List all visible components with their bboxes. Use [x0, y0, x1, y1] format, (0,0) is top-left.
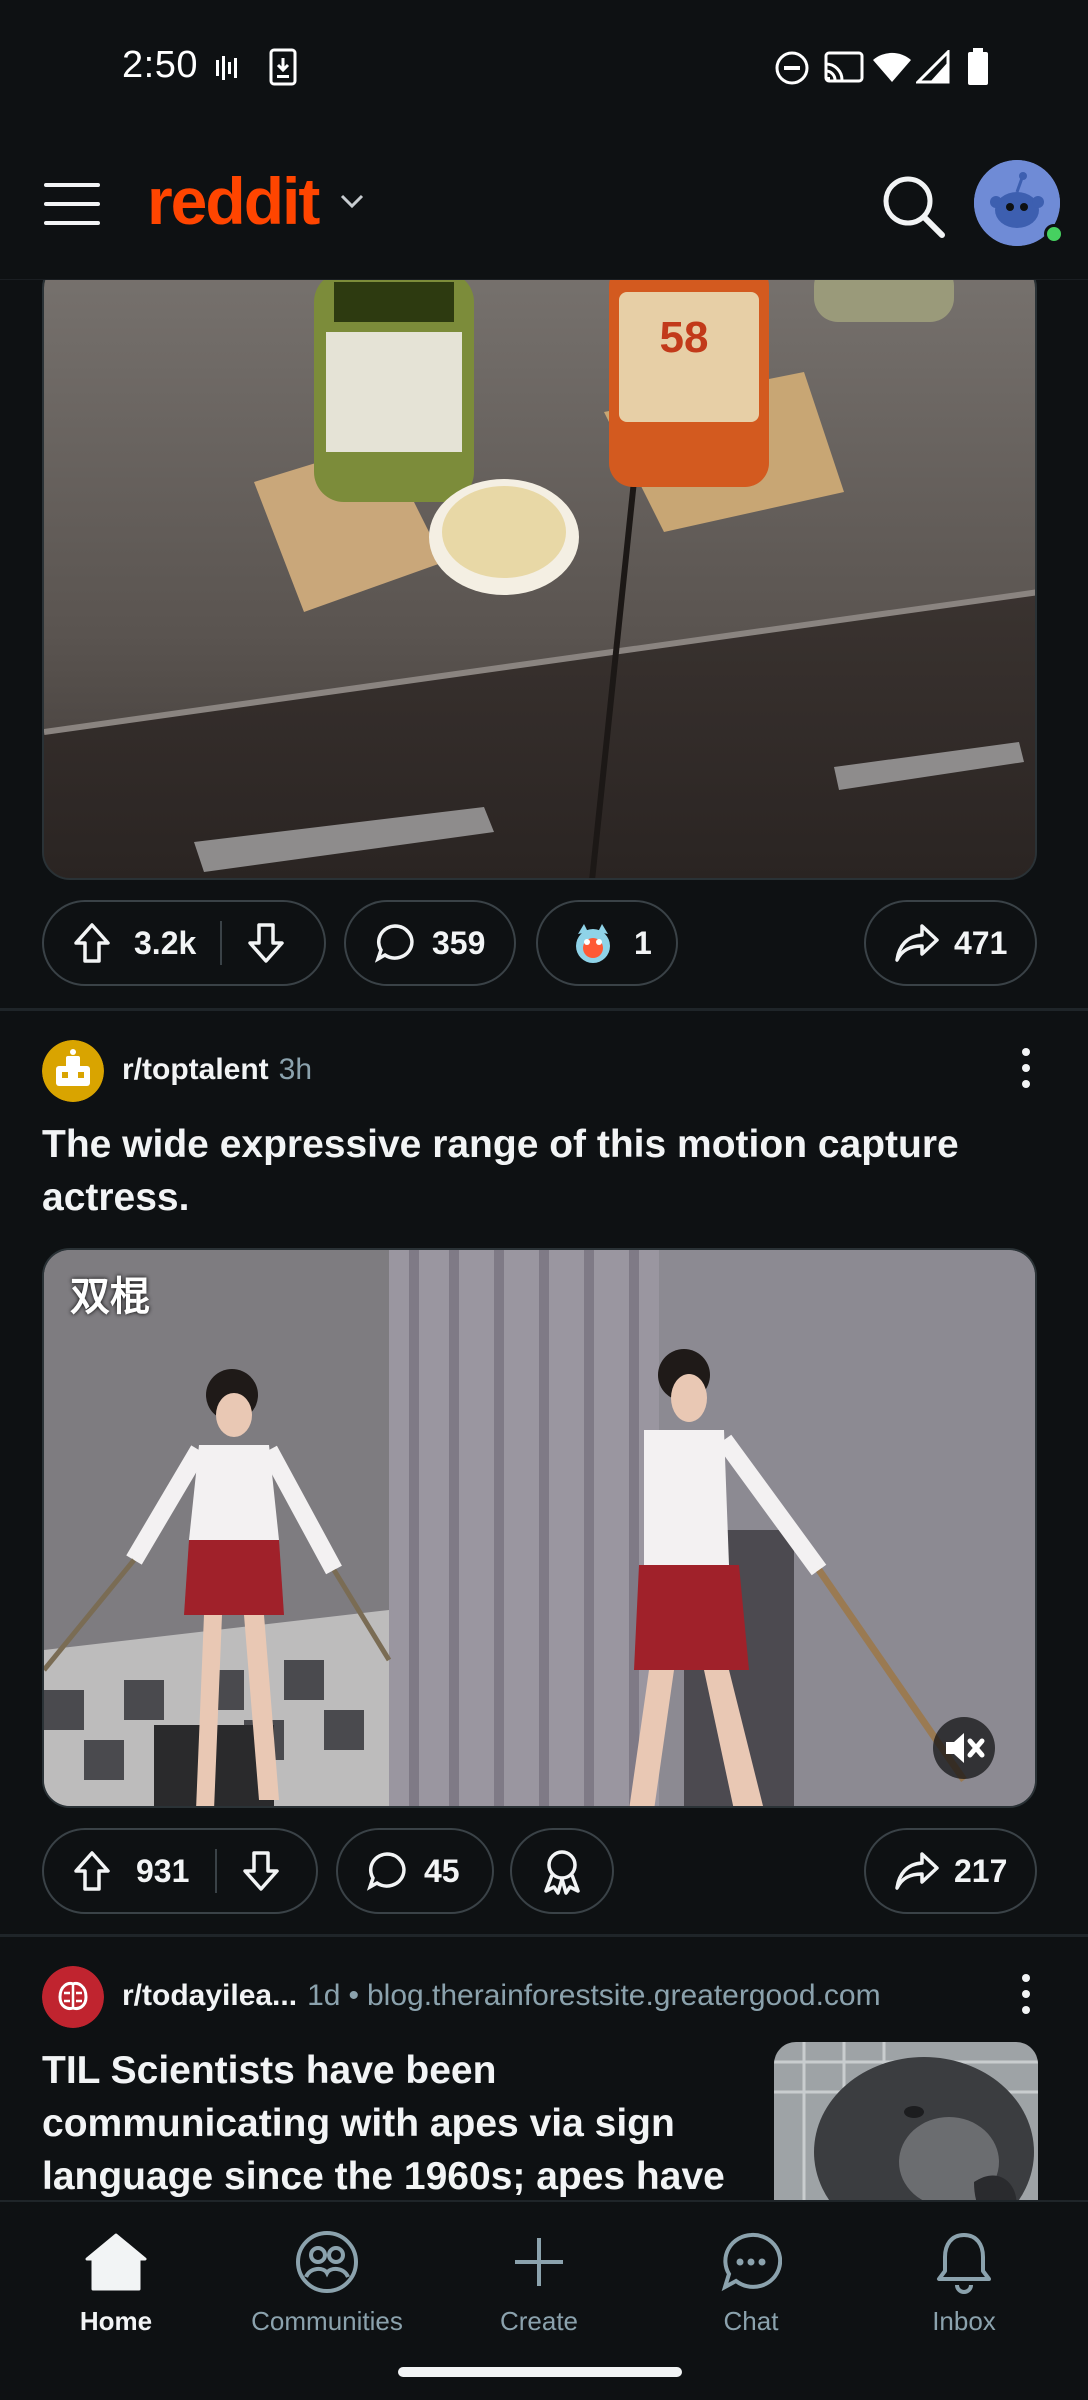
- share-count: 217: [954, 1852, 1008, 1889]
- post-separator: [0, 1008, 1088, 1011]
- subreddit-avatar[interactable]: [42, 1040, 104, 1102]
- subreddit-name[interactable]: r/todayilea... 1d • blog.therainforestsite.…: [122, 1979, 962, 2013]
- status-bar: 2:50: [0, 0, 1088, 135]
- home-gesture-bar[interactable]: [398, 2367, 682, 2377]
- award-icon: [544, 1850, 580, 1895]
- cast-icon: [824, 51, 864, 83]
- post3-header: r/todayilea... 1d • blog.therainforestsite.…: [42, 1964, 1042, 2030]
- nav-communities[interactable]: Communities: [227, 2222, 427, 2337]
- share-count: 471: [954, 924, 1008, 961]
- comments-button[interactable]: 45: [336, 1828, 494, 1914]
- post2-header: r/toptalent 3h: [42, 1038, 1042, 1104]
- subreddit-label[interactable]: r/todayilea...: [122, 1979, 297, 2012]
- post2-action-bar: 931 45 217: [42, 1828, 1037, 1914]
- chat-icon: [721, 2232, 782, 2292]
- nav-label: Create: [499, 2306, 579, 2336]
- upvote-icon[interactable]: [72, 1849, 112, 1893]
- post1-action-bar: 3.2k 359 1 471: [42, 900, 1037, 986]
- subreddit-name[interactable]: r/toptalent 3h: [122, 1053, 312, 1087]
- wifi-icon: [873, 52, 911, 82]
- nav-label: Inbox: [932, 2306, 996, 2336]
- post-time: 3h: [278, 1053, 313, 1086]
- more-options-icon[interactable]: [1020, 1048, 1032, 1094]
- nav-inbox[interactable]: Inbox: [864, 2222, 1064, 2337]
- video-frame: [44, 1250, 1035, 1806]
- svg-text:58: 58: [660, 313, 709, 362]
- upvote-icon[interactable]: [72, 921, 112, 965]
- video-overlay-text: 双棍: [70, 1275, 150, 1319]
- comment-count: 45: [424, 1852, 460, 1889]
- home-icon: [85, 2233, 147, 2291]
- upvote-count: 3.2k: [134, 924, 197, 961]
- vote-control: 3.2k: [42, 900, 326, 986]
- status-time: 2:50: [122, 44, 198, 86]
- upvote-count: 931: [136, 1852, 190, 1889]
- bell-icon: [937, 2233, 991, 2294]
- gorilla-thumbnail: [774, 2042, 1038, 2200]
- dnd-icon: [775, 51, 809, 85]
- award-count: 1: [634, 924, 652, 961]
- nav-create[interactable]: Create: [439, 2222, 639, 2337]
- subreddit-avatar[interactable]: [42, 1966, 104, 2028]
- online-status-dot: [1044, 224, 1064, 244]
- downvote-icon[interactable]: [241, 1849, 281, 1893]
- share-button[interactable]: 471: [864, 900, 1037, 986]
- subreddit-label[interactable]: r/toptalent: [122, 1053, 269, 1086]
- award-button[interactable]: [510, 1828, 614, 1914]
- nav-label: Communities: [251, 2306, 403, 2336]
- comment-count: 359: [432, 924, 486, 961]
- signal-icon: [916, 50, 950, 84]
- menu-button[interactable]: [44, 183, 100, 231]
- feed[interactable]: 58 3.2k 359 1 471 r/toptalent 3h The wid…: [0, 280, 1088, 2200]
- comments-button[interactable]: 359: [344, 900, 516, 986]
- download-icon: [269, 48, 297, 86]
- share-icon: [895, 1852, 939, 1890]
- award-snoo-icon: [576, 924, 610, 963]
- award-button[interactable]: 1: [536, 900, 678, 986]
- link-domain[interactable]: blog.therainforestsite.greatergood.com: [367, 1979, 881, 2012]
- pickles-photo: 58: [44, 280, 1035, 878]
- more-options-icon[interactable]: [1020, 1974, 1032, 2020]
- dot-separator: •: [348, 1979, 359, 2012]
- post-video[interactable]: 双棍: [42, 1248, 1037, 1808]
- plus-icon: [515, 2238, 563, 2286]
- battery-icon: [968, 48, 988, 85]
- post-separator: [0, 1934, 1088, 1937]
- post-time: 1d: [307, 1979, 341, 2012]
- nav-chat[interactable]: Chat: [651, 2222, 851, 2337]
- post-image[interactable]: 58: [42, 280, 1037, 880]
- nav-home[interactable]: Home: [16, 2222, 216, 2337]
- communities-icon: [296, 2231, 358, 2293]
- chevron-down-icon[interactable]: [338, 191, 366, 211]
- post-thumbnail[interactable]: [774, 2042, 1038, 2200]
- mute-icon[interactable]: [938, 1722, 990, 1774]
- comment-icon: [374, 924, 414, 963]
- reddit-logo[interactable]: reddit: [147, 163, 320, 239]
- downvote-icon[interactable]: [246, 921, 286, 965]
- post-title[interactable]: TIL Scientists have been communicating w…: [42, 2044, 782, 2200]
- avatar[interactable]: [974, 160, 1064, 246]
- nav-label: Home: [79, 2306, 153, 2336]
- vibrate-icon: [216, 56, 237, 80]
- nav-label: Chat: [723, 2306, 779, 2336]
- app-bar: reddit: [0, 135, 1088, 280]
- comment-icon: [366, 1852, 406, 1891]
- share-icon: [895, 924, 939, 962]
- share-button[interactable]: 217: [864, 1828, 1037, 1914]
- vote-control: 931: [42, 1828, 318, 1914]
- search-icon[interactable]: [878, 171, 948, 241]
- post-title[interactable]: The wide expressive range of this motion…: [42, 1118, 1002, 1224]
